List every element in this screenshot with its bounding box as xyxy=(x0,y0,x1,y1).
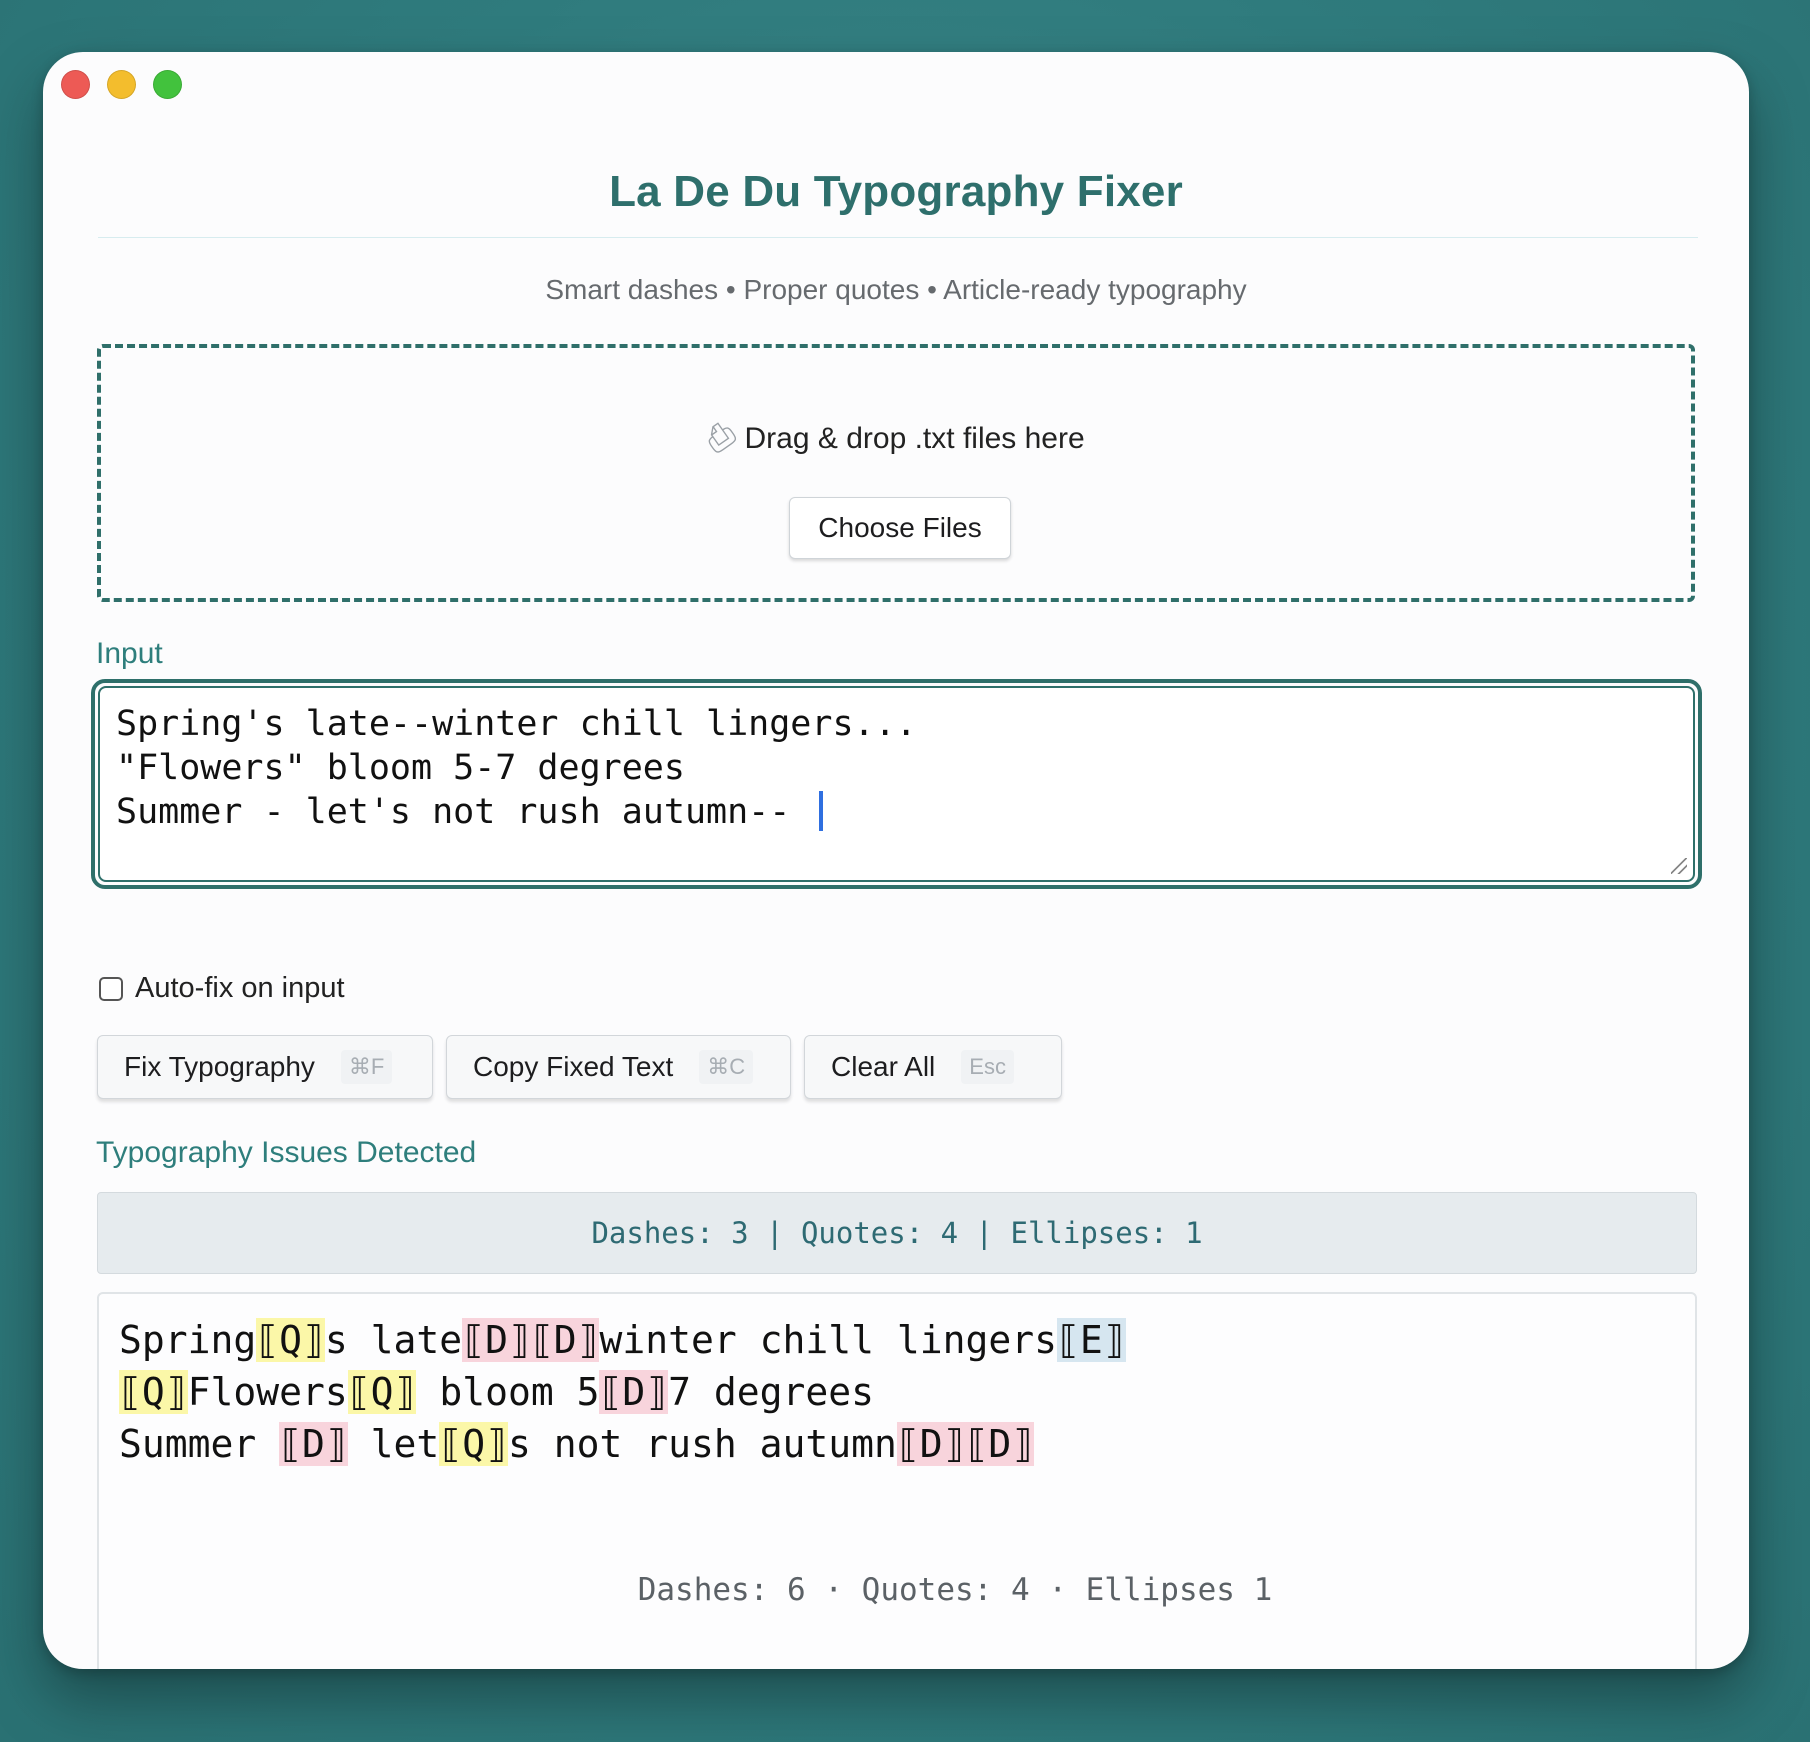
app-window: La De Du Typography Fixer Smart dashes •… xyxy=(43,52,1749,1669)
minimize-window-button[interactable] xyxy=(107,70,136,99)
file-dropzone[interactable]: ⎙Drag & drop .txt files here Choose File… xyxy=(97,344,1695,602)
output-stats: Dashes: 6 · Quotes: 4 · Ellipses 1 xyxy=(637,1572,1273,1608)
quote-marker: ⟦Q⟧ xyxy=(119,1370,188,1414)
page-title: La De Du Typography Fixer xyxy=(609,167,1183,216)
dash-marker: ⟦D⟧ xyxy=(279,1422,348,1466)
output-text-segment: winter chill lingers xyxy=(599,1318,1058,1362)
choose-files-button[interactable]: Choose Files xyxy=(789,497,1011,559)
input-label: Input xyxy=(96,637,163,670)
output-text-segment: let xyxy=(347,1422,440,1466)
copy-shortcut-hint: ⌘C xyxy=(699,1050,754,1084)
quote-marker: ⟦Q⟧ xyxy=(439,1422,508,1466)
resize-handle-icon[interactable] xyxy=(1671,858,1687,874)
input-line: Spring's late--winter chill lingers... xyxy=(116,704,917,744)
output-text-segment: 7 degrees xyxy=(668,1370,875,1414)
dropzone-message: ⎙Drag & drop .txt files here xyxy=(101,414,1691,461)
output-text-segment: Summer xyxy=(119,1422,280,1466)
output-text-segment: s late xyxy=(324,1318,463,1362)
action-toolbar: Fix Typography ⌘F Copy Fixed Text ⌘C Cle… xyxy=(97,1035,1062,1099)
output-line: Spring⟦Q⟧s late⟦D⟧⟦D⟧winter chill linger… xyxy=(119,1314,1126,1366)
output-line: ⟦Q⟧Flowers⟦Q⟧ bloom 5⟦D⟧7 degrees xyxy=(119,1366,1126,1418)
input-line: Summer - let's not rush autumn-- xyxy=(116,792,812,832)
output-text-segment: Flowers xyxy=(187,1370,348,1414)
clear-all-label: Clear All xyxy=(831,1051,936,1082)
quote-marker: ⟦Q⟧ xyxy=(347,1370,417,1414)
input-line: "Flowers" bloom 5-7 degrees xyxy=(116,748,685,788)
marked-output-panel: Spring⟦Q⟧s late⟦D⟧⟦D⟧winter chill linger… xyxy=(97,1292,1697,1669)
text-caret xyxy=(819,791,824,831)
autofix-option[interactable]: Auto-fix on input xyxy=(99,972,345,1005)
output-text-segment: bloom 5 xyxy=(416,1370,600,1414)
output-line: Summer ⟦D⟧ let⟦Q⟧s not rush autumn⟦D⟧⟦D⟧ xyxy=(119,1418,1126,1470)
page-subtitle: Smart dashes • Proper quotes • Article-r… xyxy=(545,274,1247,305)
copy-fixed-text-button[interactable]: Copy Fixed Text ⌘C xyxy=(446,1035,791,1099)
title-divider xyxy=(98,237,1698,238)
issues-heading: Typography Issues Detected xyxy=(96,1136,477,1169)
output-text-segment: Spring xyxy=(119,1318,257,1362)
marked-output-text: Spring⟦Q⟧s late⟦D⟧⟦D⟧winter chill linger… xyxy=(119,1314,1126,1470)
copy-fixed-text-label: Copy Fixed Text xyxy=(473,1051,674,1082)
dash-marker: ⟦D⟧⟦D⟧ xyxy=(896,1422,1035,1466)
input-textarea[interactable]: Spring's late--winter chill lingers... "… xyxy=(98,686,1695,882)
dash-marker: ⟦D⟧ xyxy=(599,1370,669,1414)
clear-shortcut-hint: Esc xyxy=(961,1050,1014,1084)
dropzone-text: Drag & drop .txt files here xyxy=(744,422,1085,455)
input-focus-ring: Spring's late--winter chill lingers... "… xyxy=(91,679,1702,889)
dash-marker: ⟦D⟧⟦D⟧ xyxy=(462,1318,600,1362)
quote-marker: ⟦Q⟧ xyxy=(256,1318,325,1362)
paperclip-icon: ⎙ xyxy=(698,413,743,461)
close-window-button[interactable] xyxy=(61,70,90,99)
ellipsis-marker: ⟦E⟧ xyxy=(1057,1318,1126,1362)
autofix-label: Auto-fix on input xyxy=(135,972,345,1004)
issues-summary-bar: Dashes: 3 | Quotes: 4 | Ellipses: 1 xyxy=(97,1192,1697,1274)
fix-shortcut-hint: ⌘F xyxy=(340,1050,393,1084)
zoom-window-button[interactable] xyxy=(153,70,182,99)
clear-all-button[interactable]: Clear All Esc xyxy=(804,1035,1062,1099)
fix-typography-label: Fix Typography xyxy=(124,1051,315,1082)
window-controls xyxy=(61,70,182,99)
output-text-segment: s not rush autumn xyxy=(507,1422,897,1466)
fix-typography-button[interactable]: Fix Typography ⌘F xyxy=(97,1035,433,1099)
autofix-checkbox[interactable] xyxy=(99,976,123,1001)
